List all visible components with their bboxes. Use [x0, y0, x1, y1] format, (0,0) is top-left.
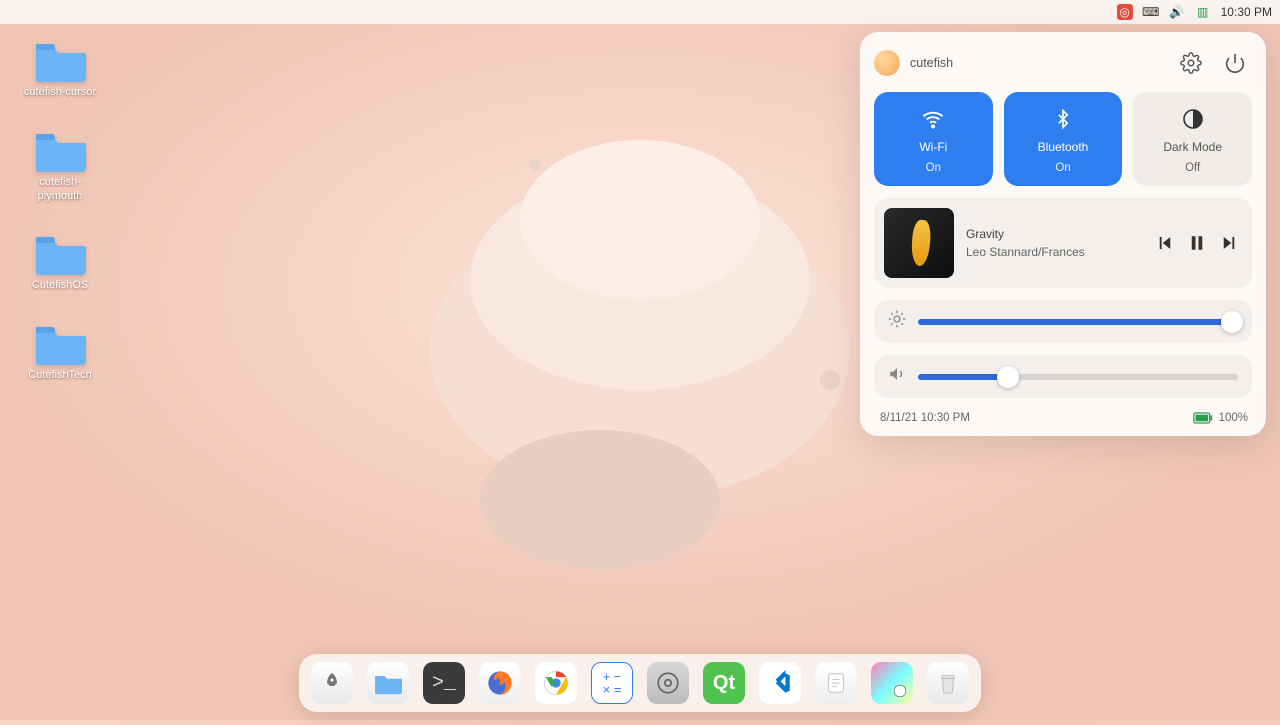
- dock-launcher[interactable]: [311, 662, 353, 704]
- battery-percent: 100%: [1219, 412, 1248, 424]
- dock-files[interactable]: [367, 662, 409, 704]
- toggle-state: On: [926, 162, 941, 174]
- calculator-icon: + −× =: [603, 670, 622, 696]
- terminal-icon: >_: [432, 672, 456, 695]
- settings-button[interactable]: [1174, 46, 1208, 80]
- battery-status: 100%: [1193, 412, 1248, 424]
- dock-calculator[interactable]: + −× =: [591, 662, 633, 704]
- datetime-label: 8/11/21 10:30 PM: [880, 412, 970, 424]
- cc-footer: 8/11/21 10:30 PM 100%: [874, 410, 1252, 426]
- album-art: [884, 208, 954, 278]
- pause-icon: [1188, 234, 1206, 252]
- dock-chrome[interactable]: [535, 662, 577, 704]
- quick-toggles: Wi-Fi On Bluetooth On Dark Mode Off: [874, 92, 1252, 186]
- battery-icon: [1193, 412, 1213, 424]
- slider-thumb[interactable]: [1221, 311, 1243, 333]
- volume-tray-icon[interactable]: 🔊: [1169, 4, 1185, 20]
- pause-button[interactable]: [1188, 234, 1206, 252]
- desktop-folder-cutefishtech[interactable]: CutefishTech: [20, 323, 100, 383]
- slider-thumb[interactable]: [997, 366, 1019, 388]
- volume-slider[interactable]: [874, 355, 1252, 398]
- slider-track[interactable]: [918, 374, 1238, 380]
- track-title: Gravity: [966, 227, 1144, 241]
- contrast-icon: [1181, 106, 1205, 132]
- keyboard-icon[interactable]: ⌨: [1143, 4, 1159, 20]
- user-avatar[interactable]: [874, 50, 900, 76]
- cc-header: cutefish: [874, 46, 1252, 80]
- skip-back-icon: [1156, 234, 1174, 252]
- dark-mode-toggle[interactable]: Dark Mode Off: [1133, 92, 1252, 186]
- desktop-folder-cutefish-cursor[interactable]: cutefish-cursor: [20, 40, 100, 100]
- brightness-slider[interactable]: [874, 300, 1252, 343]
- battery-tray-icon[interactable]: ▥: [1195, 4, 1211, 20]
- dock-color-picker[interactable]: [871, 662, 913, 704]
- dock-trash[interactable]: [927, 662, 969, 704]
- dock-text-editor[interactable]: [815, 662, 857, 704]
- toggle-state: On: [1055, 162, 1070, 174]
- bluetooth-toggle[interactable]: Bluetooth On: [1004, 92, 1123, 186]
- wifi-icon: [919, 106, 947, 132]
- control-center-panel: cutefish Wi-Fi On Bluetooth On Dark Mode…: [860, 32, 1266, 436]
- dock-terminal[interactable]: >_: [423, 662, 465, 704]
- dock-vscode[interactable]: [759, 662, 801, 704]
- desktop-icon-label: CutefishTech: [28, 369, 92, 383]
- desktop-folder-cutefish-plymouth[interactable]: cutefish-plymouth: [20, 130, 100, 204]
- prev-button[interactable]: [1156, 234, 1174, 252]
- bluetooth-icon: [1053, 106, 1073, 132]
- username-label: cutefish: [910, 56, 1164, 70]
- desktop-icon-label: CutefishOS: [32, 279, 88, 293]
- gear-icon: [655, 670, 681, 696]
- brightness-icon: [888, 310, 906, 333]
- toggle-state: Off: [1185, 162, 1200, 174]
- desktop-icon-label: cutefish-cursor: [24, 86, 96, 100]
- folder-icon: [34, 323, 86, 365]
- desktop-icons: cutefish-cursor cutefish-plymouth Cutefi…: [20, 40, 100, 383]
- qt-icon: Qt: [713, 672, 735, 695]
- vscode-icon: [767, 670, 793, 696]
- slider-track[interactable]: [918, 319, 1238, 325]
- clock[interactable]: 10:30 PM: [1221, 5, 1272, 19]
- toggle-label: Bluetooth: [1038, 140, 1089, 154]
- dock: >_ + −× = Qt: [299, 654, 981, 712]
- track-artist: Leo Stannard/Frances: [966, 245, 1144, 259]
- media-widget: Gravity Leo Stannard/Frances: [874, 198, 1252, 288]
- rocket-icon: [320, 671, 344, 695]
- slider-fill: [918, 374, 1008, 380]
- firefox-icon: [486, 669, 514, 697]
- color-picker-icon: [893, 684, 907, 698]
- dock-settings[interactable]: [647, 662, 689, 704]
- media-controls: [1156, 234, 1238, 252]
- trash-icon: [937, 670, 959, 696]
- skip-forward-icon: [1220, 234, 1238, 252]
- power-button[interactable]: [1218, 46, 1252, 80]
- folder-icon: [34, 130, 86, 172]
- dock-firefox[interactable]: [479, 662, 521, 704]
- document-icon: [825, 670, 847, 696]
- dock-qt[interactable]: Qt: [703, 662, 745, 704]
- top-bar: ◎ ⌨ 🔊 ▥ 10:30 PM: [0, 0, 1280, 24]
- wifi-toggle[interactable]: Wi-Fi On: [874, 92, 993, 186]
- volume-icon: [888, 365, 906, 388]
- folder-icon: [34, 40, 86, 82]
- toggle-label: Dark Mode: [1163, 140, 1222, 154]
- tray-app-icon[interactable]: ◎: [1117, 4, 1133, 20]
- toggle-label: Wi-Fi: [919, 140, 947, 154]
- desktop-folder-cutefishos[interactable]: CutefishOS: [20, 233, 100, 293]
- next-button[interactable]: [1220, 234, 1238, 252]
- desktop-icon-label: cutefish-plymouth: [20, 176, 100, 204]
- slider-fill: [918, 319, 1232, 325]
- media-meta: Gravity Leo Stannard/Frances: [966, 227, 1144, 259]
- folder-icon: [374, 671, 402, 695]
- chrome-icon: [542, 669, 570, 697]
- power-icon: [1224, 52, 1246, 74]
- gear-icon: [1180, 52, 1202, 74]
- folder-icon: [34, 233, 86, 275]
